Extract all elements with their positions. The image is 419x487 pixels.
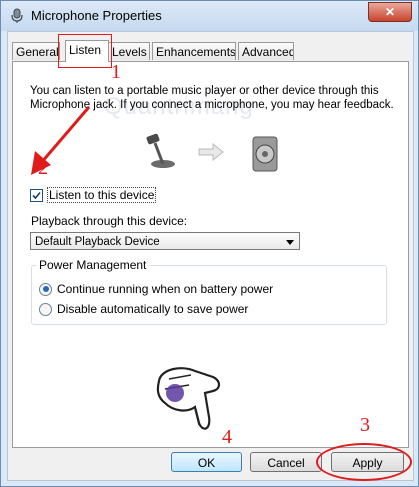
pointing-hand-icon bbox=[156, 367, 221, 430]
listen-checkbox[interactable] bbox=[30, 188, 43, 202]
playback-label: Playback through this device: bbox=[31, 214, 188, 228]
tab-general[interactable]: General bbox=[12, 42, 60, 60]
chevron-down-icon bbox=[286, 240, 294, 245]
microphone-icon bbox=[11, 8, 23, 23]
microphone-illustration-icon bbox=[146, 133, 175, 168]
annotation-number-1: 1 bbox=[111, 61, 121, 83]
arrow-right-icon bbox=[198, 142, 224, 162]
title-bar: Microphone Properties ✕ bbox=[1, 1, 418, 31]
radio-continue-label: Continue running when on battery power bbox=[57, 282, 274, 296]
annotation-number-2: 2 bbox=[38, 157, 48, 179]
playback-device-select[interactable]: Default Playback Device bbox=[30, 232, 300, 250]
tab-levels[interactable]: Levels bbox=[108, 42, 150, 60]
radio-continue[interactable] bbox=[39, 282, 52, 296]
radio-disable-row[interactable]: Disable automatically to save power bbox=[39, 302, 248, 316]
tab-advanced[interactable]: Advanced bbox=[238, 42, 294, 60]
microphone-properties-window: Microphone Properties ✕ General Listen L… bbox=[0, 0, 419, 487]
listen-checkbox-row[interactable]: Listen to this device bbox=[30, 187, 157, 203]
listen-checkbox-label: Listen to this device bbox=[47, 187, 157, 203]
close-button[interactable]: ✕ bbox=[368, 2, 412, 22]
tab-listen[interactable]: Listen bbox=[65, 40, 109, 62]
window-title: Microphone Properties bbox=[31, 8, 162, 23]
tab-enhancements[interactable]: Enhancements bbox=[152, 42, 236, 60]
annotation-arrow-2 bbox=[31, 106, 91, 175]
annotation-number-4: 4 bbox=[222, 426, 232, 448]
annotation-number-3: 3 bbox=[360, 414, 370, 436]
close-icon: ✕ bbox=[384, 5, 396, 19]
device-illustration bbox=[146, 133, 278, 172]
checkmark-icon bbox=[32, 191, 41, 199]
ok-button[interactable]: OK bbox=[171, 452, 242, 472]
playback-device-value: Default Playback Device bbox=[35, 236, 160, 248]
power-management-title: Power Management bbox=[36, 258, 150, 272]
cancel-button[interactable]: Cancel bbox=[250, 452, 322, 472]
radio-continue-row[interactable]: Continue running when on battery power bbox=[39, 282, 273, 296]
speaker-illustration-icon bbox=[252, 136, 278, 172]
annotation-ellipse-apply bbox=[316, 443, 412, 481]
radio-disable[interactable] bbox=[39, 302, 52, 316]
radio-disable-label: Disable automatically to save power bbox=[57, 302, 249, 316]
